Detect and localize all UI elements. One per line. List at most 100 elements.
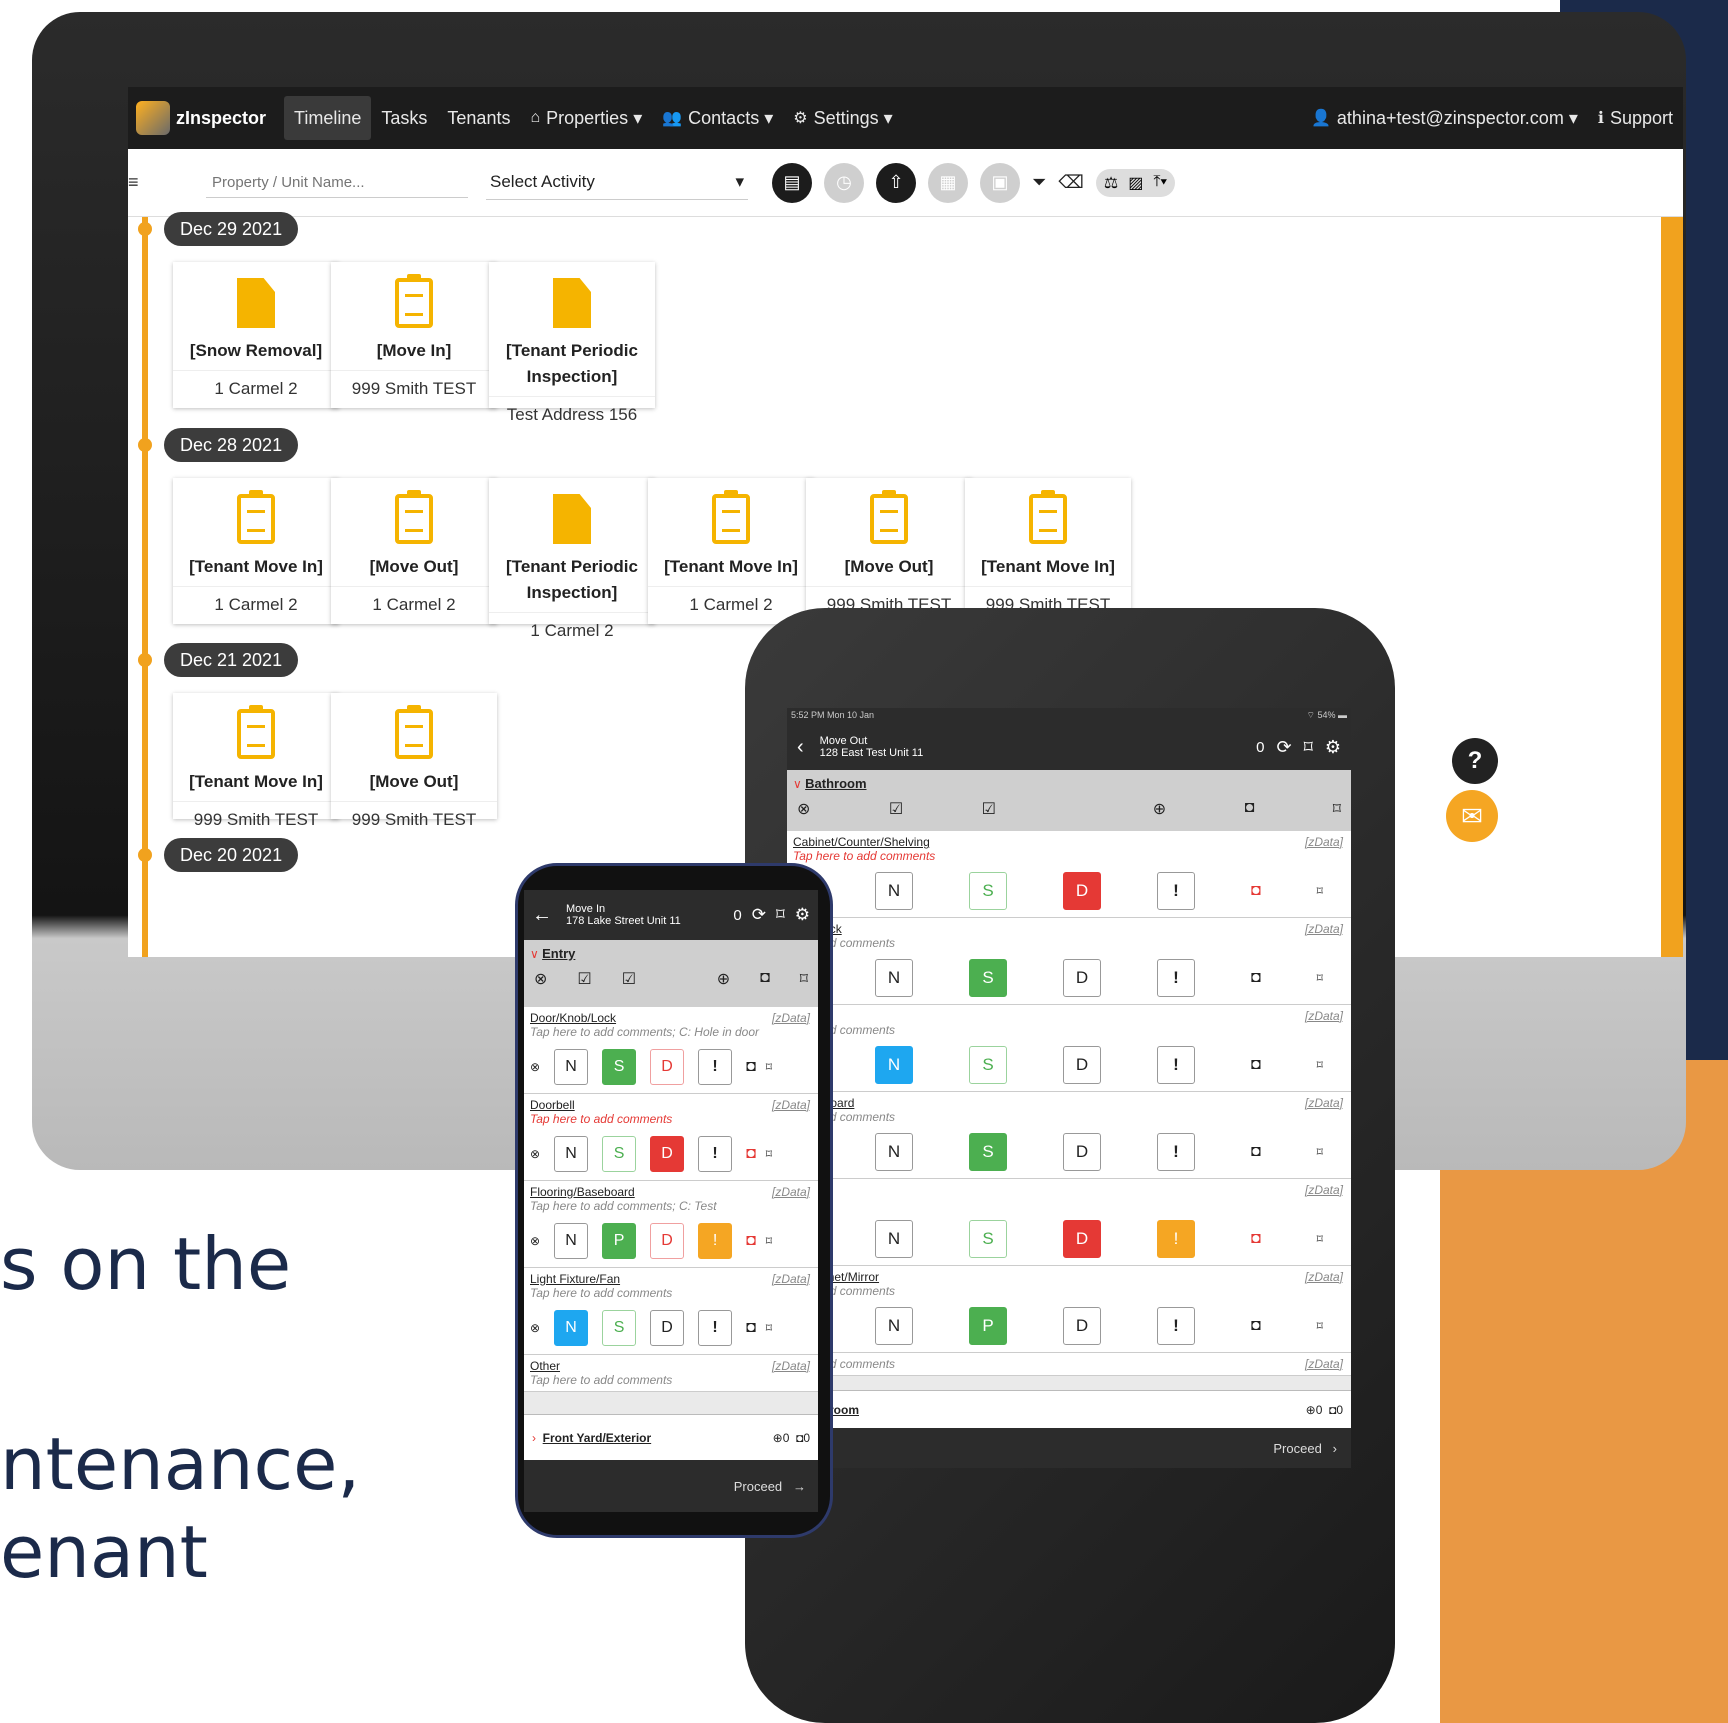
- clock-button[interactable]: ◷: [824, 162, 864, 203]
- rating-s-button[interactable]: S: [602, 1049, 637, 1085]
- filter-icon[interactable]: ⏷: [1032, 172, 1046, 193]
- zdata-link[interactable]: [zData]: [772, 1359, 810, 1373]
- tag-icon[interactable]: ⌑: [1317, 971, 1323, 985]
- nav-user-menu[interactable]: 👤 athina+test@zinspector.com ▾: [1301, 96, 1588, 140]
- comment-field[interactable]: Tap here to add comments: [793, 849, 1345, 863]
- tag-icon[interactable]: ⌑: [766, 1234, 772, 1248]
- activity-card[interactable]: [Move In] 999 Smith TEST: [331, 262, 497, 408]
- nav-properties[interactable]: ⌂ Properties ▾: [520, 96, 652, 140]
- camera-icon[interactable]: ◘: [746, 1058, 756, 1076]
- nav-tenants[interactable]: Tenants: [437, 96, 520, 140]
- rating-d-button[interactable]: D: [1063, 1133, 1101, 1171]
- tag-icon[interactable]: ⌑: [766, 1321, 772, 1335]
- upload-doc-button[interactable]: ⇧: [876, 162, 916, 203]
- check-icon[interactable]: ☑: [982, 799, 996, 819]
- activity-card[interactable]: [Move Out] 999 Smith TEST: [331, 693, 497, 829]
- inspection-row[interactable]: Light Fixture/Fan [zData] Tap here to ad…: [524, 1268, 818, 1355]
- nav-tasks[interactable]: Tasks: [371, 96, 437, 140]
- activity-card[interactable]: [Tenant Move In] 1 Carmel 2: [173, 478, 339, 624]
- rating-n-button[interactable]: N: [875, 1046, 913, 1084]
- comment-field[interactable]: Tap here to add comments; C: Hole in doo…: [530, 1025, 812, 1039]
- check-all-icon[interactable]: ☑: [889, 799, 903, 819]
- gear-icon[interactable]: ⚙: [795, 905, 810, 925]
- clear-icon[interactable]: ⊗: [797, 799, 810, 819]
- zdata-link[interactable]: [zData]: [772, 1011, 810, 1025]
- rating-s-button[interactable]: S: [969, 959, 1007, 997]
- proceed-button[interactable]: Proceed: [1273, 1441, 1321, 1456]
- rating-s-button[interactable]: S: [969, 872, 1007, 910]
- activity-select[interactable]: Select Activity ▾: [486, 166, 748, 200]
- rating-d-button[interactable]: D: [1063, 1046, 1101, 1084]
- inspection-row[interactable]: Door/Knob/Lock [zData] Tap here to add c…: [524, 1007, 818, 1094]
- rating-d-button[interactable]: D: [1063, 872, 1101, 910]
- comment-field[interactable]: Tap here to add comments; C: Test: [530, 1199, 812, 1213]
- proceed-button[interactable]: Proceed: [734, 1479, 782, 1494]
- sync-icon[interactable]: ⟳: [1277, 737, 1292, 758]
- clipboard-button[interactable]: ▤: [772, 162, 812, 203]
- flag-button[interactable]: !: [698, 1136, 733, 1172]
- inspection-row[interactable]: e Cabinet/Mirror [zData] e to add commen…: [787, 1266, 1351, 1353]
- camera-icon[interactable]: ◘: [746, 1145, 756, 1163]
- inspection-row[interactable]: Flooring/Baseboard [zData] Tap here to a…: [524, 1181, 818, 1268]
- flag-button[interactable]: !: [1157, 872, 1195, 910]
- globe-icon[interactable]: ⊕: [1153, 799, 1166, 819]
- mail-button[interactable]: ✉: [1446, 790, 1498, 842]
- camera-icon[interactable]: ◘: [1251, 882, 1261, 900]
- tag-icon[interactable]: ⌑: [766, 1147, 772, 1161]
- rating-p-button[interactable]: P: [969, 1307, 1007, 1345]
- camera-icon[interactable]: ◘: [1251, 1143, 1261, 1161]
- flag-button[interactable]: !: [1157, 1046, 1195, 1084]
- activity-card[interactable]: [Tenant Periodic Inspection] 1 Carmel 2: [489, 478, 655, 640]
- upload-icon[interactable]: ⤒▾: [1153, 173, 1167, 193]
- rating-d-button[interactable]: D: [650, 1223, 685, 1259]
- image-button[interactable]: ▣: [980, 162, 1020, 203]
- comment-field[interactable]: e to add comments: [793, 936, 1345, 950]
- tag-icon[interactable]: ⌑: [766, 1060, 772, 1074]
- flag-button[interactable]: !: [1157, 1220, 1195, 1258]
- inspection-row[interactable]: Cabinet/Counter/Shelving [zData] Tap her…: [787, 831, 1351, 918]
- tag-icon[interactable]: ⌑: [1333, 799, 1341, 819]
- zdata-link[interactable]: [zData]: [1305, 1183, 1343, 1197]
- comment-field[interactable]: e to add comments: [793, 1357, 1345, 1371]
- camera-icon[interactable]: ◘: [1251, 1056, 1261, 1074]
- activity-card[interactable]: [Tenant Move In] 999 Smith TEST: [173, 693, 339, 829]
- activity-card[interactable]: [Tenant Move In] 999 Smith TEST: [965, 478, 1131, 624]
- tags-icon[interactable]: ⌑: [1304, 737, 1313, 758]
- sync-icon[interactable]: ⟳: [752, 905, 766, 925]
- property-search-input[interactable]: [206, 167, 468, 198]
- rating-n-button[interactable]: N: [554, 1310, 589, 1346]
- rating-d-button[interactable]: D: [1063, 959, 1101, 997]
- zdata-link[interactable]: [zData]: [1305, 1270, 1343, 1284]
- clear-icon[interactable]: ⊗: [530, 1234, 540, 1248]
- activity-card[interactable]: [Move Out] 1 Carmel 2: [331, 478, 497, 624]
- check-icon[interactable]: ☑: [622, 969, 636, 989]
- inspection-row[interactable]: nob/Lock [zData] e to add comments N S D…: [787, 918, 1351, 1005]
- camera-icon[interactable]: ◘: [1251, 969, 1261, 987]
- rating-d-button[interactable]: D: [650, 1049, 685, 1085]
- rating-n-button[interactable]: N: [875, 1220, 913, 1258]
- flag-button[interactable]: !: [698, 1223, 733, 1259]
- arrow-right-icon[interactable]: →: [793, 1479, 806, 1494]
- rating-d-button[interactable]: D: [1063, 1307, 1101, 1345]
- rating-n-button[interactable]: N: [875, 959, 913, 997]
- flag-button[interactable]: !: [1157, 959, 1195, 997]
- globe-icon[interactable]: ⊕: [717, 969, 730, 989]
- comment-field[interactable]: Tap here to add comments: [530, 1373, 812, 1387]
- rating-s-button[interactable]: S: [969, 1220, 1007, 1258]
- calendar-doc-button[interactable]: ▦: [928, 162, 968, 203]
- flag-button[interactable]: !: [698, 1310, 733, 1346]
- zdata-link[interactable]: [zData]: [1305, 1096, 1343, 1110]
- collapsed-section[interactable]: › Front Yard/Exterior ⊕ 0 ◘ 0: [524, 1414, 818, 1460]
- nav-settings[interactable]: ⚙ Settings ▾: [783, 96, 902, 140]
- rating-n-button[interactable]: N: [554, 1049, 589, 1085]
- inspection-row[interactable]: Doorbell [zData] Tap here to add comment…: [524, 1094, 818, 1181]
- comment-field[interactable]: vires: [793, 1197, 1345, 1211]
- comment-field[interactable]: Tap here to add comments: [530, 1112, 812, 1126]
- rating-p-button[interactable]: P: [602, 1223, 637, 1259]
- rating-d-button[interactable]: D: [1063, 1220, 1101, 1258]
- camera-icon[interactable]: ◘: [746, 1319, 756, 1337]
- section-header[interactable]: ∨ Bathroom ⊗ ☑ ☑ ⊕ ◘ ⌑: [787, 770, 1351, 831]
- comment-field[interactable]: e to add comments: [793, 1284, 1345, 1298]
- rating-s-button[interactable]: S: [969, 1046, 1007, 1084]
- pdf-icon[interactable]: ▨: [1128, 173, 1143, 193]
